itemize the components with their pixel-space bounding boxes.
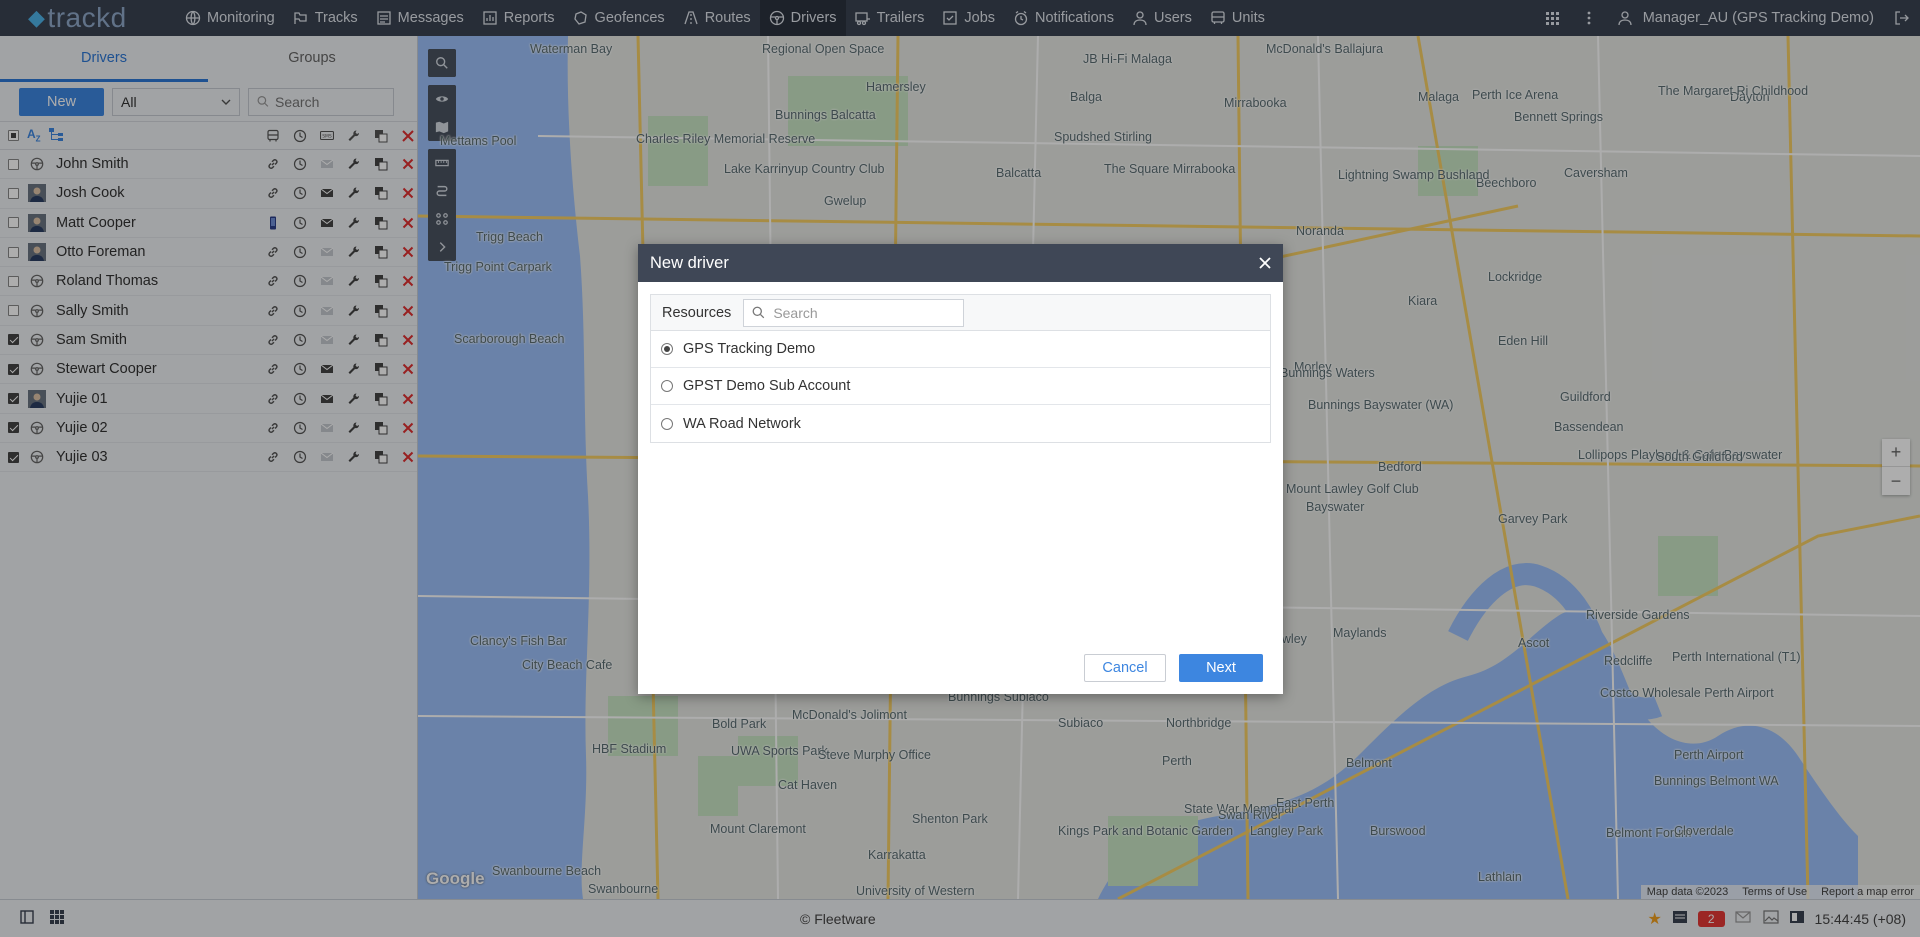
next-button[interactable]: Next bbox=[1179, 654, 1263, 682]
resource-radio[interactable] bbox=[661, 417, 673, 430]
resource-radio[interactable] bbox=[661, 380, 673, 392]
cancel-button[interactable]: Cancel bbox=[1084, 654, 1166, 682]
resource-option[interactable]: GPS Tracking Demo bbox=[651, 331, 1270, 368]
resources-search bbox=[743, 298, 965, 327]
resources-header: Resources bbox=[651, 295, 1270, 331]
new-driver-dialog: New driver Resources GPS Tracking DemoGP… bbox=[638, 244, 1283, 694]
search-icon bbox=[752, 306, 765, 319]
resources-list: GPS Tracking Demo GPST Demo Sub Account WA… bbox=[651, 331, 1270, 442]
resource-option[interactable]: GPST Demo Sub Account bbox=[651, 368, 1270, 405]
dialog-header: New driver bbox=[638, 244, 1283, 282]
close-icon[interactable] bbox=[1255, 253, 1275, 273]
dialog-title: New driver bbox=[650, 253, 729, 272]
resource-option[interactable]: WA Road Network bbox=[651, 405, 1270, 442]
resources-box: Resources GPS Tracking Demo GPST Demo Sub… bbox=[650, 294, 1271, 443]
resources-label: Resources bbox=[662, 304, 732, 321]
resources-search-input[interactable] bbox=[773, 304, 944, 321]
resource-name: GPST Demo Sub Account bbox=[683, 378, 851, 394]
resource-name: WA Road Network bbox=[683, 415, 801, 432]
resource-radio[interactable] bbox=[661, 343, 673, 355]
resource-name: GPS Tracking Demo bbox=[683, 341, 816, 357]
